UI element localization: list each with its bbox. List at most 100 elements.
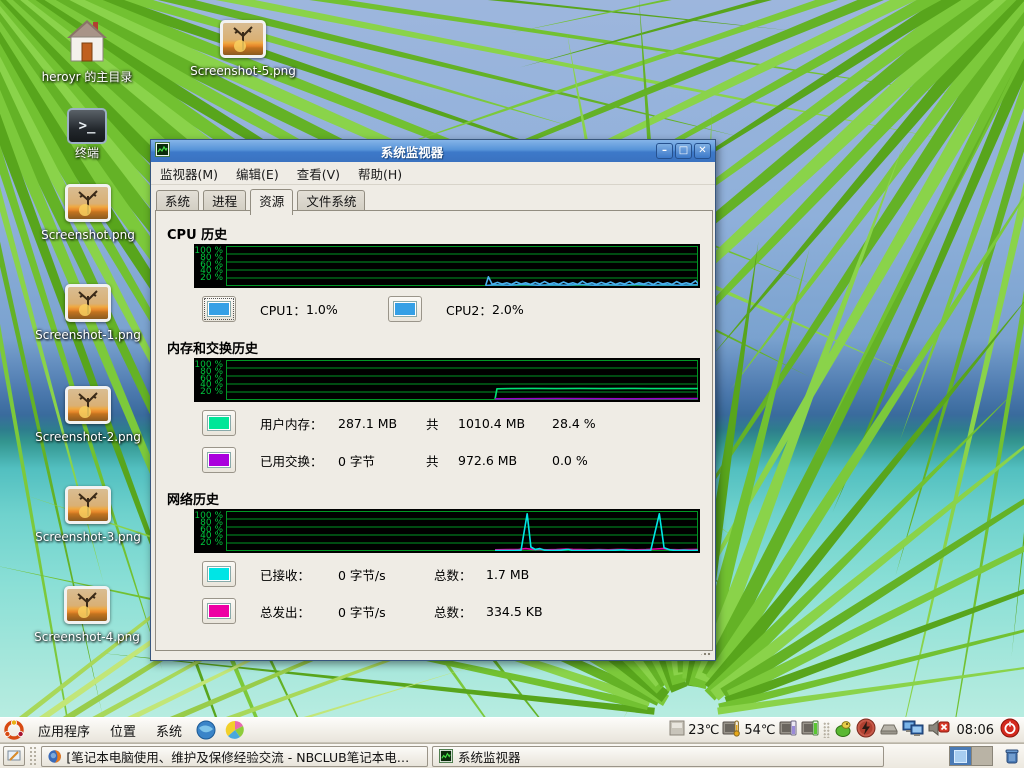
desktop-icon-label: Screenshot-3.png [33, 531, 143, 544]
desktop-icon-screenshot2[interactable]: Screenshot-2.png [33, 386, 143, 444]
desktop-icon-label: Screenshot-4.png [32, 631, 142, 644]
window-icon [155, 142, 170, 161]
user-memory-percent: 28.4 % [552, 416, 596, 431]
tab-filesystems[interactable]: 文件系统 [297, 190, 365, 211]
used-swap-color-button[interactable] [202, 447, 236, 473]
menu-help[interactable]: 帮助(H) [349, 164, 411, 183]
temp-sensor-icon[interactable] [722, 719, 741, 741]
home-folder-icon [63, 18, 111, 68]
sent-color-button[interactable] [202, 598, 236, 624]
cpu-history-heading: CPU 历史 [167, 224, 227, 243]
tab-processes[interactable]: 进程 [203, 190, 246, 211]
browser-launcher-icon[interactable] [196, 720, 216, 740]
tab-resources[interactable]: 资源 [250, 189, 293, 215]
shutdown-button-icon[interactable] [1000, 718, 1020, 742]
received-color-button[interactable] [202, 561, 236, 587]
trash-applet-icon[interactable] [1003, 747, 1021, 765]
user-memory-value: 287.1 MB [338, 416, 426, 431]
sent-legend-row: 总发出： 0 字节/s 总数： 334.5 KB [202, 597, 543, 625]
cpufreq-applet-icon[interactable] [669, 720, 685, 740]
user-memory-label: 用户内存： [260, 414, 338, 433]
sent-label: 总发出： [260, 602, 338, 621]
distro-logo-icon[interactable] [4, 720, 24, 740]
total-label: 总数： [434, 565, 486, 584]
workspace-2[interactable] [971, 747, 992, 765]
desktop-icon-screenshot3[interactable]: Screenshot-3.png [33, 486, 143, 544]
cpu1-value: 1.0% [306, 302, 368, 317]
menu-monitor[interactable]: 监视器(M) [151, 164, 227, 183]
clock[interactable]: 08:06 [957, 723, 994, 738]
image-thumbnail-icon [65, 386, 111, 424]
desktop-icon-label: Screenshot.png [33, 229, 143, 242]
cpu2-value: 2.0% [492, 302, 554, 317]
sensor-applet-icon[interactable] [779, 719, 798, 741]
desktop-icon-label: Screenshot-2.png [33, 431, 143, 444]
user-memory-color-button[interactable] [202, 410, 236, 436]
image-thumbnail-icon [65, 486, 111, 524]
network-tray-icon[interactable] [902, 719, 924, 741]
network-graph-axis: 100 %80 %60 %40 %20 % [194, 511, 226, 551]
received-label: 已接收： [260, 565, 338, 584]
window-title: 系统监视器 [170, 142, 654, 161]
volume-muted-icon[interactable] [927, 719, 951, 741]
maximize-button[interactable]: □ [675, 143, 692, 159]
tray-separator [823, 722, 830, 738]
cpu2-color-swatch [394, 302, 416, 316]
desktop-icon-screenshot4[interactable]: Screenshot-4.png [32, 586, 142, 644]
tab-system[interactable]: 系统 [156, 190, 199, 211]
image-thumbnail-icon [65, 184, 111, 222]
cpu-temp-value: 23℃ [688, 723, 719, 738]
desktop-icon-label: 终端 [32, 147, 142, 160]
taskbar-drag-handle[interactable] [29, 746, 37, 766]
cpu2-color-button[interactable] [388, 296, 422, 322]
minimize-button[interactable]: – [656, 143, 673, 159]
received-swatch [208, 567, 230, 581]
desktop-icon-screenshot5[interactable]: Screenshot-5.png [188, 20, 298, 78]
window-list-taskbar: [笔记本电脑使用、维护及保修经验交流 - NBCLUB笔记本电脑俱乐部-… 系统… [0, 743, 1024, 768]
places-menu[interactable]: 位置 [100, 718, 146, 742]
show-desktop-button[interactable] [3, 746, 25, 766]
image-thumbnail-icon [64, 586, 110, 624]
power-manager-icon[interactable] [856, 718, 876, 742]
close-button[interactable]: ✕ [694, 143, 711, 159]
desktop-icon-home[interactable]: heroyr 的主目录 [32, 18, 142, 84]
system-monitor-window: 系统监视器 – □ ✕ 监视器(M) 编辑(E) 查看(V) 帮助(H) 系统 … [150, 139, 716, 661]
menu-edit[interactable]: 编辑(E) [227, 164, 288, 183]
tab-strip: 系统 进程 资源 文件系统 [151, 185, 715, 211]
memory-legend-row: 用户内存： 287.1 MB 共 1010.4 MB 28.4 % [202, 409, 596, 437]
desktop-icon-screenshot[interactable]: Screenshot.png [33, 184, 143, 242]
cpu1-color-swatch [208, 302, 230, 316]
app-launcher-icon[interactable] [224, 720, 246, 740]
task-firefox-window[interactable]: [笔记本电脑使用、维护及保修经验交流 - NBCLUB笔记本电脑俱乐部-… [41, 746, 428, 767]
system-menu[interactable]: 系统 [146, 718, 192, 742]
cpu2-label: CPU2： [446, 300, 492, 319]
notification-tray-icon[interactable] [833, 719, 853, 741]
network-history-graph: 100 %80 %60 %40 %20 % [194, 509, 700, 553]
image-thumbnail-icon [220, 20, 266, 58]
network-history-heading: 网络历史 [167, 489, 219, 508]
total-label: 总数： [434, 602, 486, 621]
window-titlebar[interactable]: 系统监视器 – □ ✕ [151, 140, 715, 162]
desktop-icon-terminal[interactable]: >_ 终端 [32, 108, 142, 160]
applications-menu[interactable]: 应用程序 [28, 718, 100, 742]
task-system-monitor-window[interactable]: 系统监视器 [432, 746, 884, 767]
resources-tab-panel: CPU 历史 100 %80 %60 %40 %20 % CPU1： 1.0% … [155, 210, 713, 651]
touchpad-tray-icon[interactable] [879, 720, 899, 740]
desktop-icon-label: heroyr 的主目录 [32, 71, 142, 84]
user-memory-swatch [208, 416, 230, 430]
sent-total: 334.5 KB [486, 604, 543, 619]
task-title: [笔记本电脑使用、维护及保修经验交流 - NBCLUB笔记本电脑俱乐部-… [66, 747, 421, 766]
received-total: 1.7 MB [486, 567, 529, 582]
memory-history-heading: 内存和交换历史 [167, 338, 258, 357]
user-memory-total: 1010.4 MB [458, 416, 552, 431]
swap-legend-row: 已用交换： 0 字节 共 972.6 MB 0.0 % [202, 446, 588, 474]
window-menubar: 监视器(M) 编辑(E) 查看(V) 帮助(H) [151, 162, 715, 185]
workspace-1[interactable] [950, 747, 971, 765]
cpu-graph-axis: 100 %80 %60 %40 %20 % [194, 246, 226, 286]
menu-view[interactable]: 查看(V) [288, 164, 349, 183]
cpu1-label: CPU1： [260, 300, 306, 319]
battery-monitor-icon[interactable] [801, 719, 820, 741]
terminal-icon: >_ [67, 108, 107, 144]
desktop-icon-screenshot1[interactable]: Screenshot-1.png [33, 284, 143, 342]
cpu1-color-button[interactable] [202, 296, 236, 322]
